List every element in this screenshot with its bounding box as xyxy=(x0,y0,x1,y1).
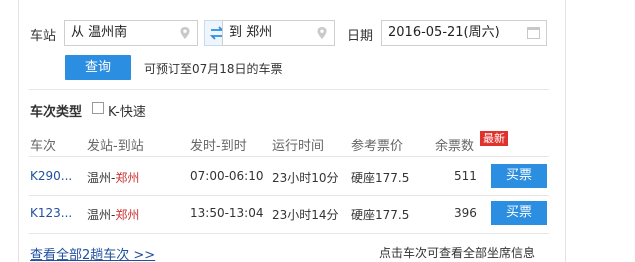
from-station-input[interactable]: 从 温州南 xyxy=(64,20,198,46)
buy-ticket-button[interactable]: 买票 xyxy=(491,201,547,225)
header-duration: 运行时间 xyxy=(272,139,325,154)
new-badge: 最新 xyxy=(480,131,508,146)
view-all-trains-link[interactable]: 查看全部2趟车次 >> xyxy=(30,244,155,262)
header-stations: 发站-到站 xyxy=(87,139,144,154)
header-train: 车次 xyxy=(30,139,57,154)
query-button[interactable]: 查询 xyxy=(65,55,131,80)
times-cell: 07:00-06:10 xyxy=(190,169,264,183)
seat-info-tip: 点击车次可查看全部坐席信息 xyxy=(379,246,536,260)
train-number-link[interactable]: K123... xyxy=(30,206,72,220)
arrival-station: 郑州 xyxy=(115,208,140,222)
table-row: K290... 温州-郑州 07:00-06:10 23小时10分 硬座177.… xyxy=(19,158,567,194)
to-station-input[interactable]: 到 郑州 xyxy=(222,20,335,46)
k-express-label: K-快速 xyxy=(108,105,146,120)
train-type-title: 车次类型 xyxy=(30,105,83,120)
divider xyxy=(29,89,549,90)
from-station-value: 从 温州南 xyxy=(71,25,128,40)
station-label: 车站 xyxy=(30,29,57,44)
date-input[interactable]: 2016-05-21(周六) xyxy=(381,20,547,46)
calendar-icon xyxy=(527,27,540,39)
price-cell: 硬座177.5 xyxy=(351,208,410,222)
date-label: 日期 xyxy=(347,29,374,44)
price-cell: 硬座177.5 xyxy=(351,171,410,185)
departure-station: 温州- xyxy=(87,171,116,185)
location-pin-icon xyxy=(317,27,327,39)
times-cell: 13:50-13:04 xyxy=(190,206,264,220)
location-pin-icon xyxy=(180,27,190,39)
remaining-cell: 396 xyxy=(454,206,477,220)
table-row: K123... 温州-郑州 13:50-13:04 23小时14分 硬座177.… xyxy=(19,195,567,231)
presale-notice: 可预订至07月18日的车票 xyxy=(144,62,283,76)
departure-station: 温州- xyxy=(87,208,116,222)
date-value: 2016-05-21(周六) xyxy=(388,25,500,40)
route-cell: 温州-郑州 xyxy=(87,206,139,223)
route-cell: 温州-郑州 xyxy=(87,169,139,186)
duration-cell: 23小时10分 xyxy=(272,171,339,185)
divider xyxy=(29,156,549,157)
buy-ticket-button[interactable]: 买票 xyxy=(491,164,547,188)
remaining-cell: 511 xyxy=(454,169,477,183)
duration-cell: 23小时14分 xyxy=(272,208,339,222)
header-remaining: 余票数 xyxy=(435,139,475,154)
header-price: 参考票价 xyxy=(351,139,404,154)
to-station-value: 到 郑州 xyxy=(229,25,273,40)
arrival-station: 郑州 xyxy=(115,171,140,185)
header-times: 发时-到时 xyxy=(190,139,247,154)
k-express-checkbox[interactable] xyxy=(92,102,104,114)
train-number-link[interactable]: K290... xyxy=(30,169,72,183)
ticket-search-panel: 车站 从 温州南 到 郑州 日期 2016-05-21(周六) 查询 可预订至0… xyxy=(18,0,566,262)
divider xyxy=(29,233,549,234)
